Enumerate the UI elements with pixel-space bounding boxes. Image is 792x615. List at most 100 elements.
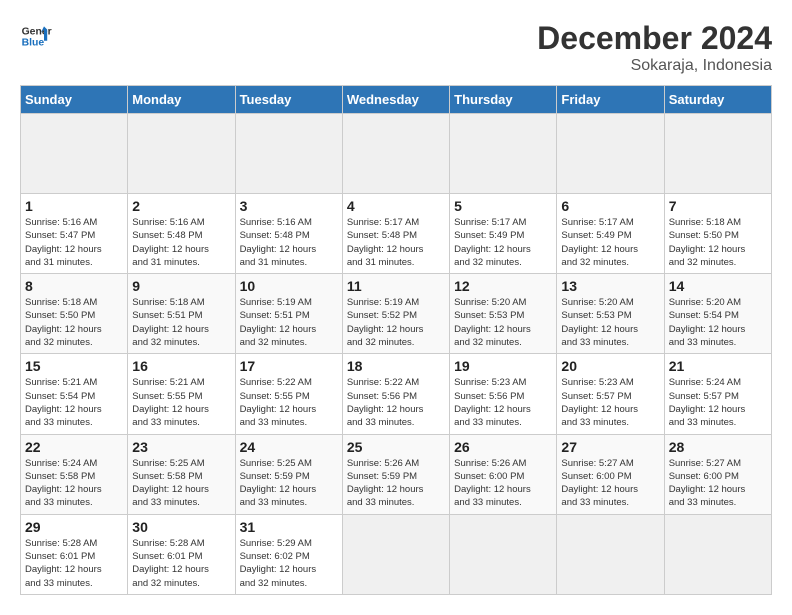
calendar-cell: 5 Sunrise: 5:17 AM Sunset: 5:49 PM Daylig… bbox=[450, 194, 557, 274]
calendar-cell bbox=[664, 114, 771, 194]
column-header-friday: Friday bbox=[557, 86, 664, 114]
month-title: December 2024 bbox=[537, 20, 772, 57]
week-row-2: 8Sunrise: 5:18 AM Sunset: 5:50 PM Daylig… bbox=[21, 274, 772, 354]
day-info: Sunrise: 5:18 AM Sunset: 5:50 PM Dayligh… bbox=[669, 216, 767, 269]
calendar-cell: 23Sunrise: 5:25 AM Sunset: 5:58 PM Dayli… bbox=[128, 434, 235, 514]
day-number: 22 bbox=[25, 439, 123, 455]
title-area: December 2024 Sokaraja, Indonesia bbox=[537, 20, 772, 75]
day-number: 19 bbox=[454, 358, 552, 374]
calendar-cell: 25 Sunrise: 5:26 AM Sunset: 5:59 PM Dayli… bbox=[342, 434, 449, 514]
day-info: Sunrise: 5:20 AM Sunset: 5:54 PM Dayligh… bbox=[669, 296, 767, 349]
week-row-5: 29Sunrise: 5:28 AM Sunset: 6:01 PM Dayli… bbox=[21, 514, 772, 594]
calendar-cell bbox=[450, 114, 557, 194]
calendar-cell: 10Sunrise: 5:19 AM Sunset: 5:51 PM Dayli… bbox=[235, 274, 342, 354]
day-info: Sunrise: 5:24 AM Sunset: 5:57 PM Dayligh… bbox=[669, 376, 767, 429]
calendar-cell: 18 Sunrise: 5:22 AM Sunset: 5:56 PM Dayli… bbox=[342, 354, 449, 434]
svg-text:Blue: Blue bbox=[22, 38, 45, 49]
week-row-3: 15 Sunrise: 5:21 AM Sunset: 5:54 PM Dayli… bbox=[21, 354, 772, 434]
logo-icon: General Blue bbox=[20, 20, 52, 52]
week-row-1: 1 Sunrise: 5:16 AM Sunset: 5:47 PM Daylig… bbox=[21, 194, 772, 274]
header: General Blue December 2024 Sokaraja, Ind… bbox=[20, 20, 772, 75]
calendar-cell: 21 Sunrise: 5:24 AM Sunset: 5:57 PM Dayli… bbox=[664, 354, 771, 434]
day-number: 11 bbox=[347, 278, 445, 294]
calendar-cell: 4Sunrise: 5:17 AM Sunset: 5:48 PM Daylig… bbox=[342, 194, 449, 274]
column-header-sunday: Sunday bbox=[21, 86, 128, 114]
day-info: Sunrise: 5:28 AM Sunset: 6:01 PM Dayligh… bbox=[25, 537, 123, 590]
day-info: Sunrise: 5:22 AM Sunset: 5:55 PM Dayligh… bbox=[240, 376, 338, 429]
calendar-cell: 31 Sunrise: 5:29 AM Sunset: 6:02 PM Dayli… bbox=[235, 514, 342, 594]
day-info: Sunrise: 5:25 AM Sunset: 5:59 PM Dayligh… bbox=[240, 457, 338, 510]
day-info: Sunrise: 5:21 AM Sunset: 5:54 PM Dayligh… bbox=[25, 376, 123, 429]
calendar-cell bbox=[450, 514, 557, 594]
day-info: Sunrise: 5:17 AM Sunset: 5:49 PM Dayligh… bbox=[454, 216, 552, 269]
day-number: 14 bbox=[669, 278, 767, 294]
calendar-cell bbox=[342, 114, 449, 194]
day-info: Sunrise: 5:29 AM Sunset: 6:02 PM Dayligh… bbox=[240, 537, 338, 590]
day-info: Sunrise: 5:18 AM Sunset: 5:51 PM Dayligh… bbox=[132, 296, 230, 349]
calendar-cell: 2 Sunrise: 5:16 AM Sunset: 5:48 PM Daylig… bbox=[128, 194, 235, 274]
day-number: 31 bbox=[240, 519, 338, 535]
day-info: Sunrise: 5:16 AM Sunset: 5:47 PM Dayligh… bbox=[25, 216, 123, 269]
calendar-cell bbox=[21, 114, 128, 194]
calendar-cell: 3Sunrise: 5:16 AM Sunset: 5:48 PM Daylig… bbox=[235, 194, 342, 274]
calendar-cell: 28 Sunrise: 5:27 AM Sunset: 6:00 PM Dayli… bbox=[664, 434, 771, 514]
day-number: 10 bbox=[240, 278, 338, 294]
day-info: Sunrise: 5:16 AM Sunset: 5:48 PM Dayligh… bbox=[132, 216, 230, 269]
week-row-0 bbox=[21, 114, 772, 194]
day-number: 27 bbox=[561, 439, 659, 455]
day-info: Sunrise: 5:26 AM Sunset: 6:00 PM Dayligh… bbox=[454, 457, 552, 510]
calendar-table: SundayMondayTuesdayWednesdayThursdayFrid… bbox=[20, 85, 772, 595]
day-number: 16 bbox=[132, 358, 230, 374]
day-info: Sunrise: 5:26 AM Sunset: 5:59 PM Dayligh… bbox=[347, 457, 445, 510]
day-number: 28 bbox=[669, 439, 767, 455]
day-number: 30 bbox=[132, 519, 230, 535]
day-number: 2 bbox=[132, 198, 230, 214]
calendar-body: 1 Sunrise: 5:16 AM Sunset: 5:47 PM Daylig… bbox=[21, 114, 772, 595]
day-info: Sunrise: 5:20 AM Sunset: 5:53 PM Dayligh… bbox=[561, 296, 659, 349]
calendar-cell: 14 Sunrise: 5:20 AM Sunset: 5:54 PM Dayli… bbox=[664, 274, 771, 354]
calendar-cell: 24 Sunrise: 5:25 AM Sunset: 5:59 PM Dayli… bbox=[235, 434, 342, 514]
calendar-cell: 13 Sunrise: 5:20 AM Sunset: 5:53 PM Dayli… bbox=[557, 274, 664, 354]
day-info: Sunrise: 5:28 AM Sunset: 6:01 PM Dayligh… bbox=[132, 537, 230, 590]
day-info: Sunrise: 5:17 AM Sunset: 5:48 PM Dayligh… bbox=[347, 216, 445, 269]
day-number: 8 bbox=[25, 278, 123, 294]
calendar-cell bbox=[557, 514, 664, 594]
day-number: 24 bbox=[240, 439, 338, 455]
day-info: Sunrise: 5:19 AM Sunset: 5:52 PM Dayligh… bbox=[347, 296, 445, 349]
calendar-cell: 19 Sunrise: 5:23 AM Sunset: 5:56 PM Dayli… bbox=[450, 354, 557, 434]
calendar-cell: 16 Sunrise: 5:21 AM Sunset: 5:55 PM Dayli… bbox=[128, 354, 235, 434]
day-info: Sunrise: 5:21 AM Sunset: 5:55 PM Dayligh… bbox=[132, 376, 230, 429]
day-info: Sunrise: 5:23 AM Sunset: 5:56 PM Dayligh… bbox=[454, 376, 552, 429]
calendar-cell: 8Sunrise: 5:18 AM Sunset: 5:50 PM Daylig… bbox=[21, 274, 128, 354]
day-number: 15 bbox=[25, 358, 123, 374]
calendar-cell: 20Sunrise: 5:23 AM Sunset: 5:57 PM Dayli… bbox=[557, 354, 664, 434]
column-header-wednesday: Wednesday bbox=[342, 86, 449, 114]
calendar-cell bbox=[235, 114, 342, 194]
day-info: Sunrise: 5:27 AM Sunset: 6:00 PM Dayligh… bbox=[669, 457, 767, 510]
column-header-thursday: Thursday bbox=[450, 86, 557, 114]
day-info: Sunrise: 5:17 AM Sunset: 5:49 PM Dayligh… bbox=[561, 216, 659, 269]
day-number: 13 bbox=[561, 278, 659, 294]
day-info: Sunrise: 5:22 AM Sunset: 5:56 PM Dayligh… bbox=[347, 376, 445, 429]
day-number: 6 bbox=[561, 198, 659, 214]
calendar-cell: 29Sunrise: 5:28 AM Sunset: 6:01 PM Dayli… bbox=[21, 514, 128, 594]
calendar-cell: 6 Sunrise: 5:17 AM Sunset: 5:49 PM Daylig… bbox=[557, 194, 664, 274]
day-number: 23 bbox=[132, 439, 230, 455]
day-number: 5 bbox=[454, 198, 552, 214]
day-number: 20 bbox=[561, 358, 659, 374]
day-number: 25 bbox=[347, 439, 445, 455]
column-header-monday: Monday bbox=[128, 86, 235, 114]
day-number: 18 bbox=[347, 358, 445, 374]
column-header-tuesday: Tuesday bbox=[235, 86, 342, 114]
calendar-cell: 26Sunrise: 5:26 AM Sunset: 6:00 PM Dayli… bbox=[450, 434, 557, 514]
day-number: 1 bbox=[25, 198, 123, 214]
calendar-cell: 7Sunrise: 5:18 AM Sunset: 5:50 PM Daylig… bbox=[664, 194, 771, 274]
calendar-cell bbox=[557, 114, 664, 194]
calendar-cell bbox=[342, 514, 449, 594]
logo: General Blue bbox=[20, 20, 52, 52]
week-row-4: 22Sunrise: 5:24 AM Sunset: 5:58 PM Dayli… bbox=[21, 434, 772, 514]
calendar-cell: 11 Sunrise: 5:19 AM Sunset: 5:52 PM Dayli… bbox=[342, 274, 449, 354]
day-info: Sunrise: 5:16 AM Sunset: 5:48 PM Dayligh… bbox=[240, 216, 338, 269]
day-number: 9 bbox=[132, 278, 230, 294]
day-number: 21 bbox=[669, 358, 767, 374]
